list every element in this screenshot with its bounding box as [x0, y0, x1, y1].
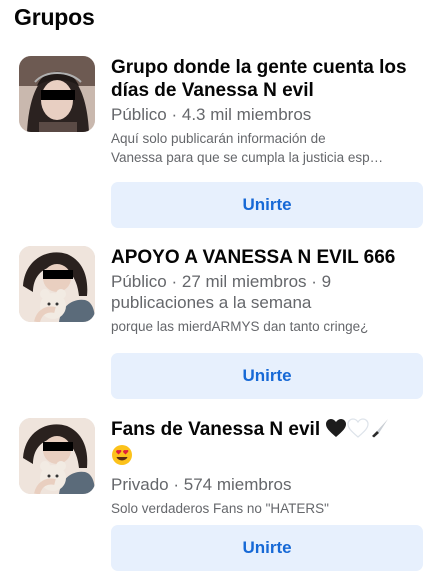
- group-name[interactable]: APOYO A VANESSA N EVIL 666: [111, 246, 429, 269]
- group-name[interactable]: Grupo donde la gente cuenta los días de …: [111, 56, 429, 102]
- group-meta: Privado · 574 miembros: [111, 475, 292, 494]
- group-avatar[interactable]: [19, 418, 95, 494]
- group-name-text: Fans de Vanessa N evil: [111, 419, 321, 440]
- join-button[interactable]: Unirte: [111, 353, 423, 399]
- join-button[interactable]: Unirte: [111, 525, 423, 571]
- join-button[interactable]: Unirte: [111, 182, 423, 228]
- black-heart-icon: [325, 418, 347, 444]
- group-avatar[interactable]: [19, 56, 95, 132]
- heart-eyes-face-icon: [111, 444, 133, 472]
- group-description: Aquí solo publicarán información de Vane…: [111, 129, 429, 167]
- group-description-line: Aquí solo publicarán información de: [111, 131, 326, 146]
- knife-icon: [369, 418, 389, 444]
- group-description: Solo verdaderos Fans no "HATERS": [111, 501, 329, 516]
- group-avatar[interactable]: [19, 246, 95, 322]
- groups-section-title: Grupos: [14, 4, 95, 30]
- group-description: porque las mierdARMYS dan tanto cringe¿: [111, 319, 369, 334]
- group-description-line: Vanessa para que se cumpla la justicia e…: [111, 150, 384, 165]
- group-meta: Público · 4.3 mil miembros: [111, 105, 312, 124]
- group-meta: Público · 27 mil miembros · 9 publicacio…: [111, 272, 332, 312]
- group-name[interactable]: Fans de Vanessa N evil: [111, 418, 429, 472]
- white-heart-icon: [347, 418, 370, 444]
